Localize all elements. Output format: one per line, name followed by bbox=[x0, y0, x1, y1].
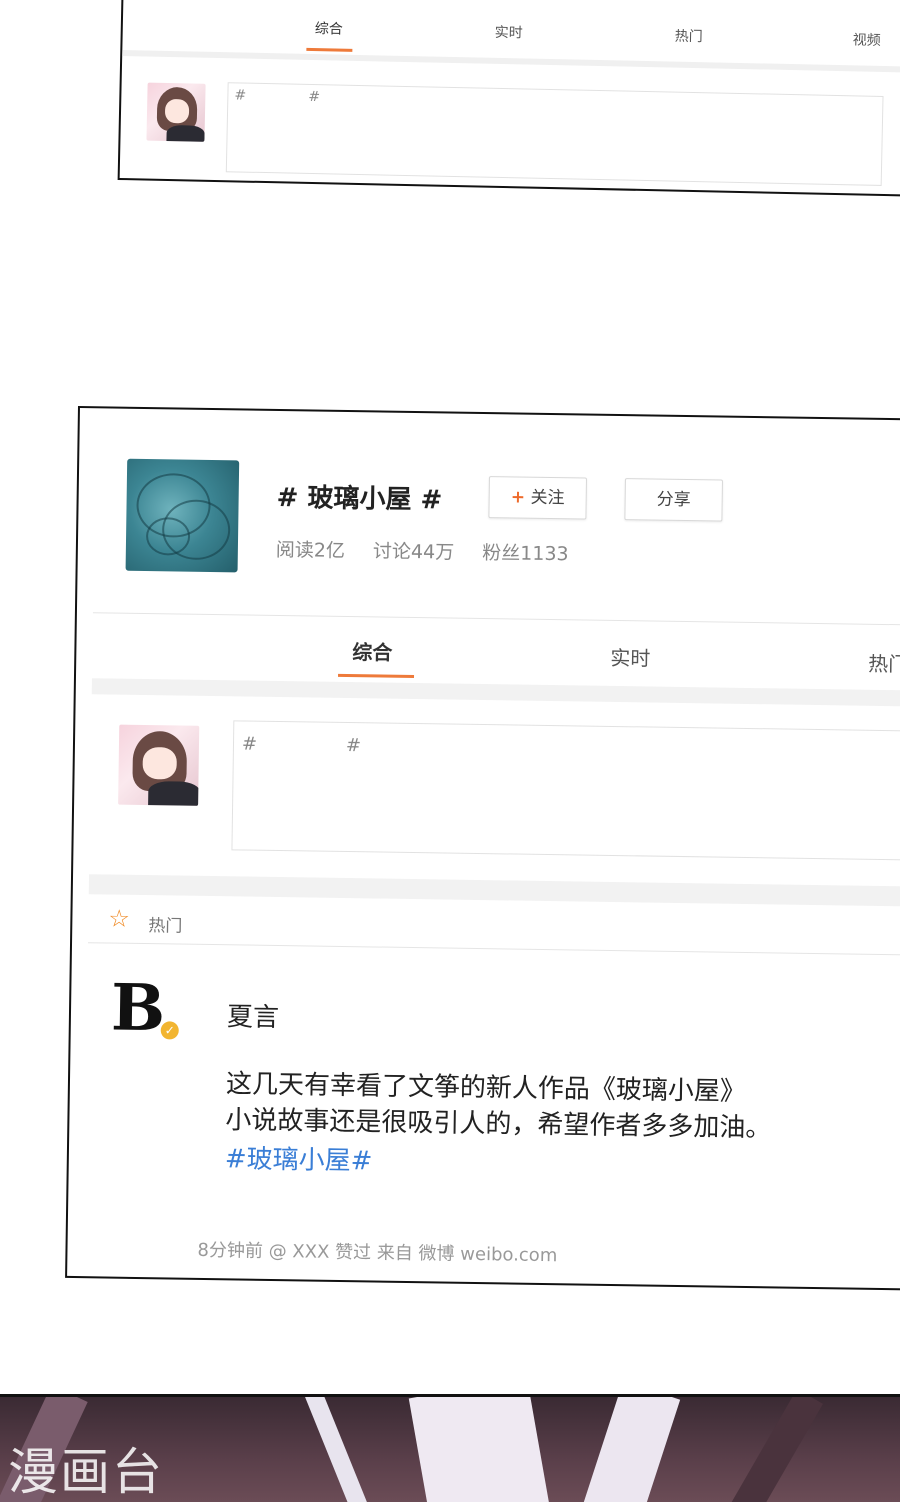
hash-right: # bbox=[345, 735, 362, 757]
top-tab-video[interactable]: 视频 bbox=[852, 29, 881, 50]
tab-underline bbox=[338, 673, 415, 679]
topic-stats: 阅读2亿 讨论44万 粉丝1133 bbox=[276, 535, 591, 567]
header-divider bbox=[92, 612, 900, 626]
topic-title: # 玻璃小屋 # bbox=[276, 482, 443, 516]
top-tab-underline bbox=[306, 47, 353, 52]
hot-divider bbox=[88, 942, 900, 956]
stat-reads: 阅读2亿 bbox=[275, 538, 346, 562]
top-tab-realtime[interactable]: 实时 bbox=[495, 22, 523, 43]
top-hash-left: # bbox=[234, 87, 247, 104]
top-tab-hot[interactable]: 热门 bbox=[675, 26, 703, 47]
post-input-box[interactable]: # # bbox=[231, 720, 900, 861]
top-tab-comprehensive[interactable]: 综合 bbox=[315, 18, 343, 39]
watermark-logo: 漫画台 bbox=[8, 1443, 164, 1501]
top-post-input-box[interactable]: # # bbox=[225, 82, 884, 186]
tab-realtime[interactable]: 实时 bbox=[610, 642, 650, 672]
tab-hot[interactable]: 热门 bbox=[868, 648, 900, 678]
top-weibo-panel: 综合 实时 热门 视频 # # bbox=[117, 0, 900, 197]
share-button[interactable]: 分享 bbox=[624, 478, 723, 522]
section-band bbox=[88, 874, 900, 907]
tab-comprehensive[interactable]: 综合 bbox=[352, 636, 392, 666]
stat-discussions: 讨论44万 bbox=[372, 540, 455, 564]
top-tab-bar: 综合 实时 热门 视频 bbox=[122, 2, 900, 73]
main-weibo-panel: # 玻璃小屋 # + 关注 分享 阅读2亿 讨论44万 粉丝1133 综合 实时… bbox=[65, 406, 900, 1291]
tab-band bbox=[91, 678, 900, 707]
stat-fans: 粉丝1133 bbox=[482, 542, 569, 566]
post-author-name[interactable]: 夏言 bbox=[227, 996, 280, 1034]
plus-icon: + bbox=[510, 487, 526, 508]
top-user-avatar[interactable] bbox=[146, 82, 206, 142]
topic-cover-image bbox=[125, 458, 240, 573]
post-hashtag-link[interactable]: #玻璃小屋# bbox=[225, 1138, 373, 1177]
star-icon: ☆ bbox=[108, 904, 131, 933]
hot-section-label: 热门 bbox=[148, 916, 183, 937]
share-label: 分享 bbox=[656, 489, 691, 511]
user-avatar-girl[interactable] bbox=[118, 724, 200, 806]
post-meta: 8分钟前 @ XXX 赞过 来自 微博 weibo.com bbox=[197, 1239, 558, 1267]
follow-label: 关注 bbox=[530, 487, 565, 509]
follow-button[interactable]: + 关注 bbox=[488, 476, 587, 520]
top-hash-right: # bbox=[308, 88, 321, 106]
hash-left: # bbox=[241, 733, 258, 755]
post-body: 这几天有幸看了文筝的新人作品《玻璃小屋》 小说故事还是很吸引人的，希望作者多多加… bbox=[225, 1066, 772, 1146]
